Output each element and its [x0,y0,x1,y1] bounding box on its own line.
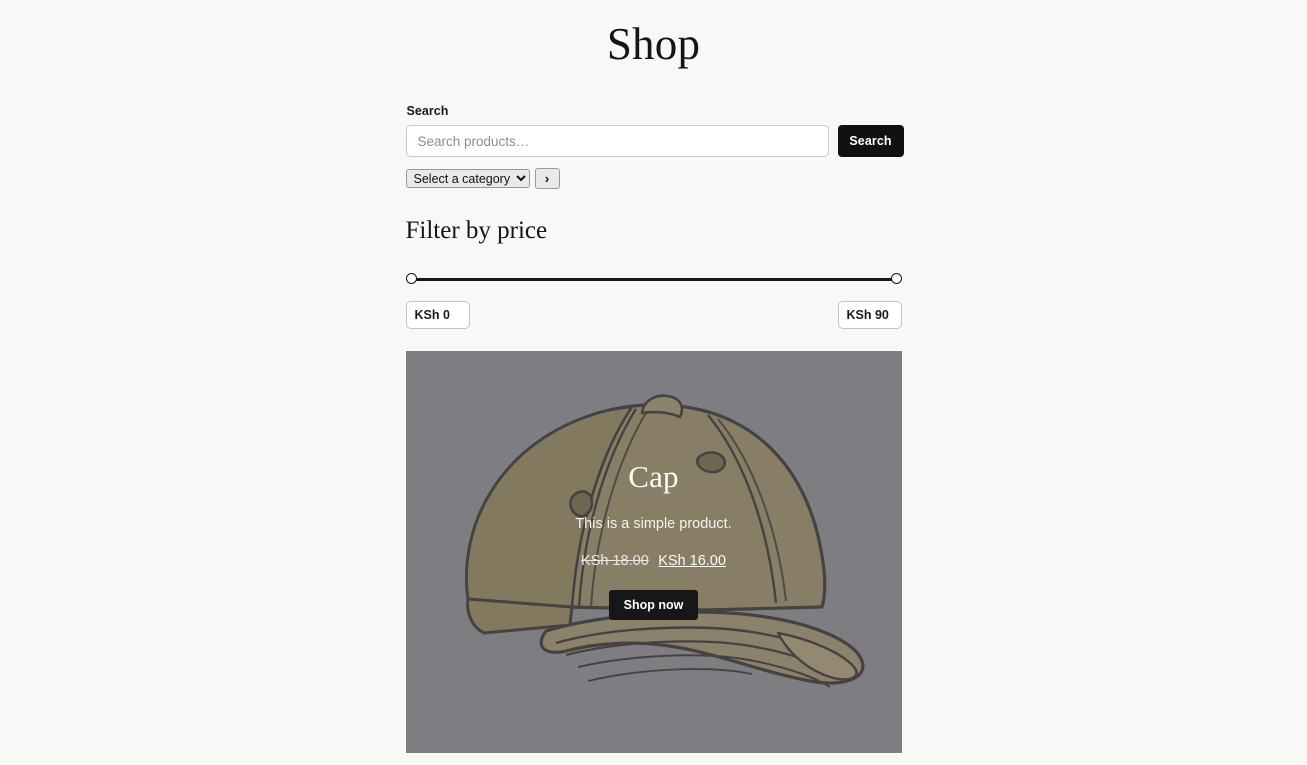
search-section: Search Search [405,104,904,157]
search-row: Search [405,125,904,157]
product-card-cap[interactable]: Cap This is a simple product. KSh 18.00 … [405,351,902,753]
category-filter-row: Select a category › [405,168,902,189]
price-range-slider[interactable] [405,271,902,287]
shop-content: Search Search Select a category › Filter… [405,67,904,329]
slider-track[interactable] [411,278,896,281]
filter-by-price-title: Filter by price [405,217,548,244]
product-price-group: KSh 18.00 KSh 16.00 [581,553,726,569]
product-title: Cap [628,459,679,494]
search-label: Search [406,104,449,118]
product-overlay: Cap This is a simple product. KSh 18.00 … [406,351,902,753]
shop-now-button[interactable]: Shop now [608,589,699,620]
product-price-sale: KSh 16.00 [658,552,726,569]
product-description: This is a simple product. [575,516,732,532]
price-max-field[interactable] [837,301,902,329]
chevron-right-icon[interactable]: › [534,168,560,189]
price-inputs [405,301,902,329]
search-input[interactable] [405,125,829,157]
category-select[interactable]: Select a category [405,169,530,188]
product-price-regular: KSh 18.00 [581,552,649,569]
slider-handle-max[interactable] [890,273,902,284]
search-submit-button[interactable]: Search [837,125,904,157]
price-min-field[interactable] [405,301,470,329]
shop-page: Shop Search Search Select a category › F… [0,0,1307,765]
slider-handle-min[interactable] [405,273,417,284]
page-title: Shop [606,19,701,69]
